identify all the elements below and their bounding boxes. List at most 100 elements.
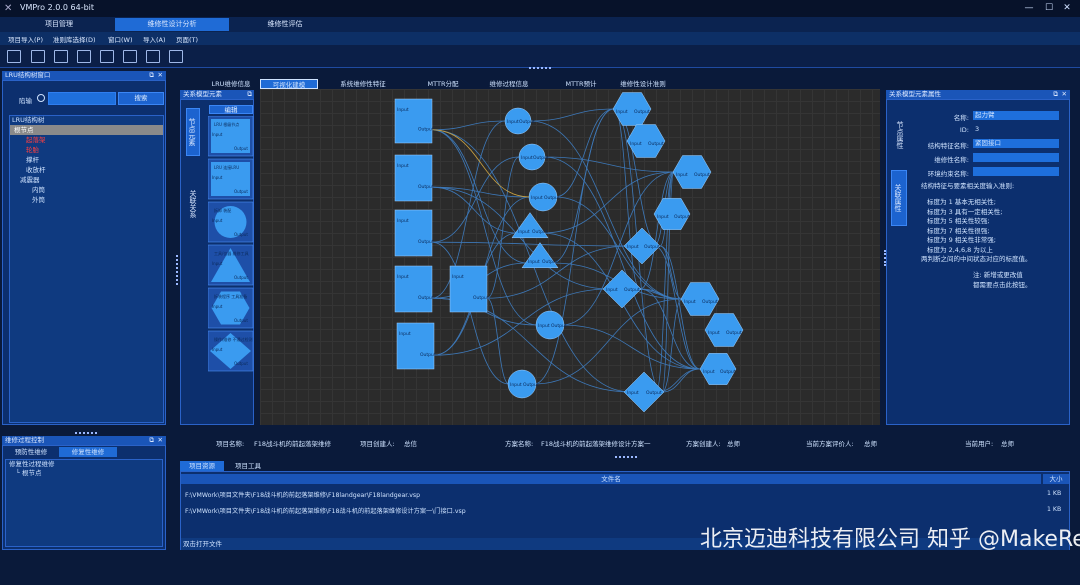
menu-project-import[interactable]: 项目导入(P) [8,34,43,44]
edge[interactable] [431,241,510,385]
prop-value[interactable] [973,167,1059,176]
splitter-grip[interactable] [176,255,179,285]
edge[interactable] [486,297,510,385]
edge[interactable] [431,120,506,131]
palette-item[interactable]: 工具/仪器 维修工具 Input Output [208,244,254,286]
process-tree-item[interactable]: └ 根节点 [6,469,162,478]
new-file-icon[interactable] [7,50,21,63]
print-icon[interactable] [77,50,91,63]
prop-value[interactable]: 起力臂 [973,111,1059,120]
center-tab[interactable]: 维修性设计准则 [610,79,676,89]
splitter-grip[interactable] [615,456,637,458]
hex-node[interactable]: Input Output [672,155,712,189]
modeling-canvas[interactable]: Input Output Input Output Input Output Input Ou… [260,89,880,425]
edge[interactable] [543,156,701,370]
edit-button[interactable]: 编辑 [209,105,253,114]
circle-node[interactable]: Input Output [507,369,539,399]
circle-node[interactable]: Input Output [504,107,535,135]
close-icon[interactable]: ✕ [158,436,163,445]
menu-window[interactable]: 窗口(W) [108,34,133,44]
edge[interactable] [431,156,520,243]
menu-rules-lib[interactable]: 准则库选择(D) [53,34,96,44]
tab-relation-properties[interactable]: 关联属性 [891,170,907,226]
tab-relations[interactable]: 关联关系 [186,180,200,228]
tree-node[interactable]: 外筒 [10,195,163,205]
palette-item[interactable]: LRU 连接LRU Input Output [208,158,254,200]
center-tab[interactable]: MTTR分配 [410,79,476,89]
search-radio[interactable] [37,94,45,102]
center-tab[interactable]: 系统维修性特征 [330,79,396,89]
file-name[interactable]: F:\VMWork\项目文件夹\F18战斗机的前起落架维修\F18战斗机的前起落… [185,506,466,515]
splitter-grip[interactable] [75,432,97,434]
save-icon[interactable] [54,50,68,63]
close-icon[interactable]: ✕ [1062,90,1067,99]
tab-project-tools[interactable]: 项目工具 [228,461,268,471]
float-icon[interactable]: ⧉ [1053,90,1058,99]
tab-preventive[interactable]: 预防性维修 [5,447,57,457]
maximize-icon[interactable]: ☐ [1042,2,1056,14]
tree-node[interactable]: 轮胎 [10,145,163,155]
palette-item[interactable]: LRU 根级节点 Input Output [208,116,254,157]
tree-node[interactable]: 内筒 [10,185,163,195]
close-icon[interactable]: ✕ [158,71,163,80]
rect-node[interactable]: Input Output [394,209,434,257]
tree-node[interactable]: 根节点 [10,125,163,135]
rect-node[interactable]: Input Output [394,265,434,313]
file-name[interactable]: F:\VMWork\项目文件夹\F18战斗机的前起落架维修\F18landgea… [185,490,420,499]
palette-item[interactable]: 操作/维修 不通过检测 Input Output [208,330,254,372]
diamond-node[interactable]: Input Output [623,371,665,413]
open-file-icon[interactable] [31,50,45,63]
prop-value[interactable] [973,153,1059,162]
edge[interactable] [543,156,675,173]
rect-node[interactable]: Input Output [449,265,489,313]
export-icon[interactable] [100,50,114,63]
center-tab[interactable]: 维修过程信息 [476,79,542,89]
tab-project-management[interactable]: 项目管理 [2,18,116,31]
search-input[interactable] [48,92,116,105]
hex-node[interactable]: Input Output [704,313,744,347]
hex-node[interactable]: Input Output [653,198,691,230]
menu-page[interactable]: 页面(T) [176,34,198,44]
tree-node[interactable]: 起落架 [10,135,163,145]
diamond-node[interactable]: Input Output [602,269,642,309]
rect-node[interactable]: Input Output [394,98,434,144]
tab-maintainability-eval[interactable]: 维修性评估 [228,18,342,31]
tree-node[interactable]: 撑杆 [10,155,163,165]
search-button[interactable]: 搜索 [118,92,164,105]
rect-node[interactable]: Input Output [394,154,434,202]
tab-node-elements[interactable]: 节点元素 [186,108,200,156]
hex-node[interactable]: Input Output [699,353,737,385]
tree-node[interactable]: 减震器 [10,175,163,185]
center-tab[interactable]: LRU维修信息 [198,79,264,89]
edge[interactable] [533,298,683,385]
center-tab[interactable]: 可视化建模 [260,79,318,89]
edge[interactable] [541,171,675,234]
splitter-grip[interactable] [529,67,551,69]
tab-node-properties[interactable]: 节点属性 [893,112,907,158]
close-icon[interactable]: ✕ [1060,2,1074,14]
float-icon[interactable]: ⧉ [149,71,154,80]
prop-value[interactable]: 紧固接口 [973,139,1059,148]
edge[interactable] [561,324,701,370]
menu-import[interactable]: 导入(A) [143,34,166,44]
float-icon[interactable]: ⧉ [149,436,154,445]
edge[interactable] [431,129,531,198]
edge[interactable] [533,108,615,385]
rect-node[interactable]: Input Output [396,322,436,370]
circle-node[interactable]: Input Output [518,143,549,171]
palette-item[interactable]: 拆装程序 工具准备 Input Output [208,287,254,329]
circle-node[interactable]: Input Output [528,182,560,212]
palette-item[interactable]: 拆卸 装配 Input Output [208,201,254,243]
edge[interactable] [661,298,683,393]
tree-node[interactable]: 收放杆 [10,165,163,175]
tab-project-resources[interactable]: 项目资源 [180,461,224,471]
edge[interactable] [655,368,701,393]
float-icon[interactable]: ⧉ [247,90,252,99]
prop-value[interactable]: 3 [973,125,1059,134]
center-tab[interactable]: MTTR预计 [548,79,614,89]
edge[interactable] [554,108,615,198]
tab-maintainability-design[interactable]: 维修性设计分析 [115,18,229,31]
edge[interactable] [551,108,615,264]
hex-node[interactable]: Input Output [680,282,720,316]
help-icon[interactable] [169,50,183,63]
